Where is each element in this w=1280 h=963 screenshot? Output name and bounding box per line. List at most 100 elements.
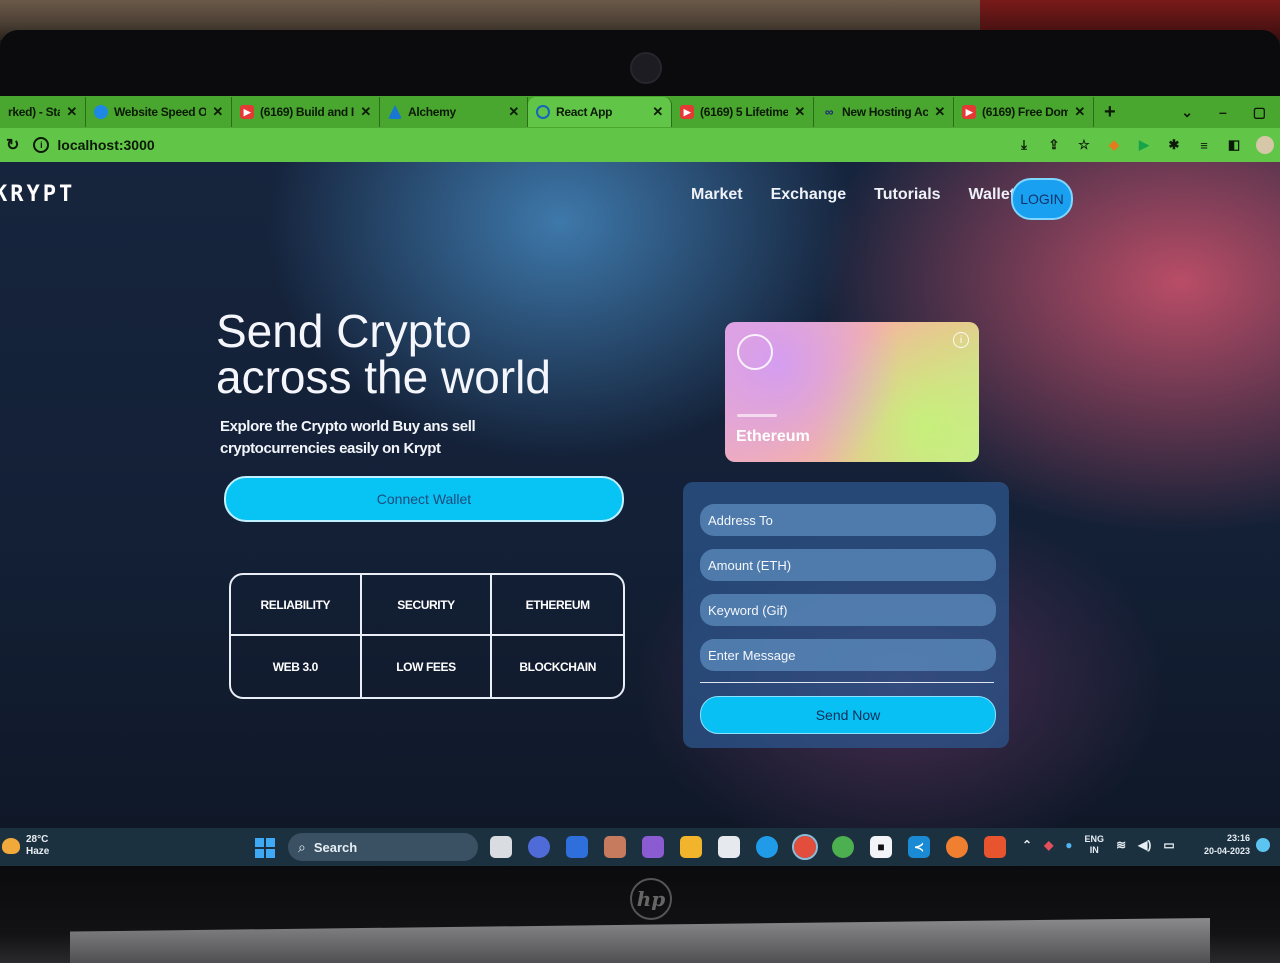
defender-icon[interactable]: ●	[1065, 838, 1072, 852]
tab-title: (6169) Build and I	[260, 105, 354, 119]
site-info-icon[interactable]: i	[33, 137, 50, 153]
close-icon[interactable]: ✕	[360, 104, 371, 120]
info-icon[interactable]: i	[953, 332, 969, 348]
battery-icon[interactable]: ▭	[1163, 838, 1174, 852]
feature-blockchain: BLOCKCHAIN	[519, 659, 596, 674]
teams-icon[interactable]	[566, 836, 588, 858]
google-lens-icon[interactable]: ⤓	[1016, 137, 1032, 153]
file-explorer-icon[interactable]	[680, 836, 702, 858]
close-icon[interactable]: ✕	[1074, 104, 1085, 120]
url-field[interactable]: i localhost:3000	[33, 137, 155, 153]
tab-build[interactable]: ▶ (6169) Build and I ✕	[232, 97, 380, 127]
wifi-icon[interactable]: ≋	[1116, 838, 1126, 852]
login-button[interactable]: LOGIN	[1011, 178, 1073, 220]
webcam	[630, 52, 662, 84]
hero-subtitle-line1: Explore the Crypto world Buy ans sell	[220, 418, 476, 435]
chevron-down-icon[interactable]: ⌄	[1181, 104, 1193, 121]
store-icon[interactable]	[718, 836, 740, 858]
taskbar-search[interactable]: ⌕ Search	[288, 833, 478, 861]
game-icon[interactable]	[642, 836, 664, 858]
tab-free-domain[interactable]: ▶ (6169) Free Doma ✕	[954, 97, 1094, 127]
antivirus-icon[interactable]: ◆	[1044, 838, 1053, 852]
tab-react-app[interactable]: React App ✕	[528, 97, 672, 127]
alchemy-icon	[388, 105, 402, 119]
reading-list-icon[interactable]: ≡	[1196, 137, 1212, 153]
hero-title-line1: Send Crypto	[216, 305, 472, 357]
amount-input[interactable]	[700, 549, 996, 581]
app-icon[interactable]	[604, 836, 626, 858]
krypt-logo[interactable]: KRYPT	[0, 182, 75, 207]
tab-website-speed[interactable]: Website Speed O ✕	[86, 97, 232, 127]
react-icon	[536, 105, 550, 119]
keyword-input[interactable]	[700, 594, 996, 626]
jetbrains-icon[interactable]: ■	[870, 836, 892, 858]
share-icon[interactable]: ⇪	[1046, 137, 1062, 153]
tab-title: New Hosting Acc	[842, 105, 929, 119]
window-controls: ⌄ – ▢	[1181, 104, 1280, 121]
start-windows-icon[interactable]	[255, 838, 275, 858]
chat-icon[interactable]	[528, 836, 550, 858]
form-divider	[700, 682, 994, 683]
play-extension-icon[interactable]: ▶	[1136, 137, 1152, 153]
feature-security: SECURITY	[361, 575, 493, 636]
language-indicator[interactable]: ENG IN	[1085, 834, 1105, 856]
region-code: IN	[1089, 845, 1099, 855]
send-now-button[interactable]: Send Now	[700, 696, 996, 734]
close-icon[interactable]: ✕	[508, 104, 519, 120]
task-view-icon[interactable]	[490, 836, 512, 858]
tab-lifetime[interactable]: ▶ (6169) 5 Lifetime ✕	[672, 97, 814, 127]
feature-ethereum: ETHEREUM	[492, 575, 623, 636]
infinity-icon: ∞	[824, 105, 834, 119]
reload-icon[interactable]: ↻	[6, 135, 19, 155]
postman-icon[interactable]	[946, 836, 968, 858]
notification-icon[interactable]	[1256, 838, 1270, 852]
new-tab-plus-icon[interactable]: +	[1094, 101, 1126, 124]
clock[interactable]: 23:16 20-04-2023	[1198, 832, 1250, 858]
side-panel-icon[interactable]: ◧	[1226, 137, 1242, 153]
feature-low-fees: LOW FEES	[362, 636, 493, 697]
youtube-icon: ▶	[962, 105, 976, 119]
metamask-icon[interactable]: ◆	[1106, 137, 1122, 153]
message-input[interactable]	[700, 639, 996, 671]
date: 20-04-2023	[1203, 846, 1250, 856]
close-icon[interactable]: ✕	[794, 104, 805, 120]
nav-market[interactable]: Market	[691, 186, 743, 204]
bookmark-star-icon[interactable]: ☆	[1076, 137, 1092, 153]
minimize-icon[interactable]: –	[1219, 104, 1227, 121]
tab-stack[interactable]: rked) - Stack ✕	[0, 97, 86, 127]
card-network-label: Ethereum	[736, 428, 810, 445]
extensions-puzzle-icon[interactable]: ✱	[1166, 137, 1182, 153]
hero-title-line2: across the world	[216, 351, 551, 403]
tab-title: (6169) 5 Lifetime	[700, 105, 789, 119]
hp-logo: hp	[630, 878, 672, 920]
tab-title: (6169) Free Doma	[982, 105, 1069, 119]
volume-icon[interactable]: ◀)	[1138, 838, 1151, 852]
hero-subtitle-line2: cryptocurrencies easily on Krypt	[220, 440, 441, 457]
close-icon[interactable]: ✕	[652, 104, 663, 120]
brave-icon[interactable]	[984, 836, 1006, 858]
address-to-input[interactable]	[700, 504, 996, 536]
vscode-icon[interactable]: ≺	[908, 836, 930, 858]
restore-icon[interactable]: ▢	[1253, 104, 1266, 121]
windows-taskbar: 28°C Haze ⌕ Search ■ ≺ ⌃ ◆ ● ENG IN ≋ ◀)…	[0, 828, 1280, 866]
chrome-alt-icon[interactable]	[832, 836, 854, 858]
profile-avatar[interactable]	[1256, 136, 1274, 154]
screen: rked) - Stack ✕ Website Speed O ✕ ▶ (616…	[0, 96, 1280, 866]
tab-title: rked) - Stack	[8, 105, 61, 119]
hero-title: Send Crypto across the world	[216, 308, 551, 400]
connect-wallet-button[interactable]: Connect Wallet	[224, 476, 624, 522]
chrome-icon[interactable]	[792, 834, 818, 860]
close-icon[interactable]: ✕	[66, 104, 77, 120]
edge-icon[interactable]	[756, 836, 778, 858]
temperature: 28°C	[26, 834, 49, 845]
tab-hosting[interactable]: ∞ New Hosting Acc ✕	[814, 97, 954, 127]
url-text: localhost:3000	[57, 137, 155, 153]
tab-alchemy[interactable]: Alchemy ✕	[380, 97, 528, 127]
close-icon[interactable]: ✕	[212, 104, 223, 120]
nav-tutorials[interactable]: Tutorials	[874, 186, 940, 204]
nav-exchange[interactable]: Exchange	[771, 186, 847, 204]
close-icon[interactable]: ✕	[934, 104, 945, 120]
chevron-up-icon[interactable]: ⌃	[1022, 838, 1032, 852]
ethereum-card: i Ethereum	[725, 322, 979, 462]
weather-widget[interactable]: 28°C Haze	[2, 834, 49, 858]
